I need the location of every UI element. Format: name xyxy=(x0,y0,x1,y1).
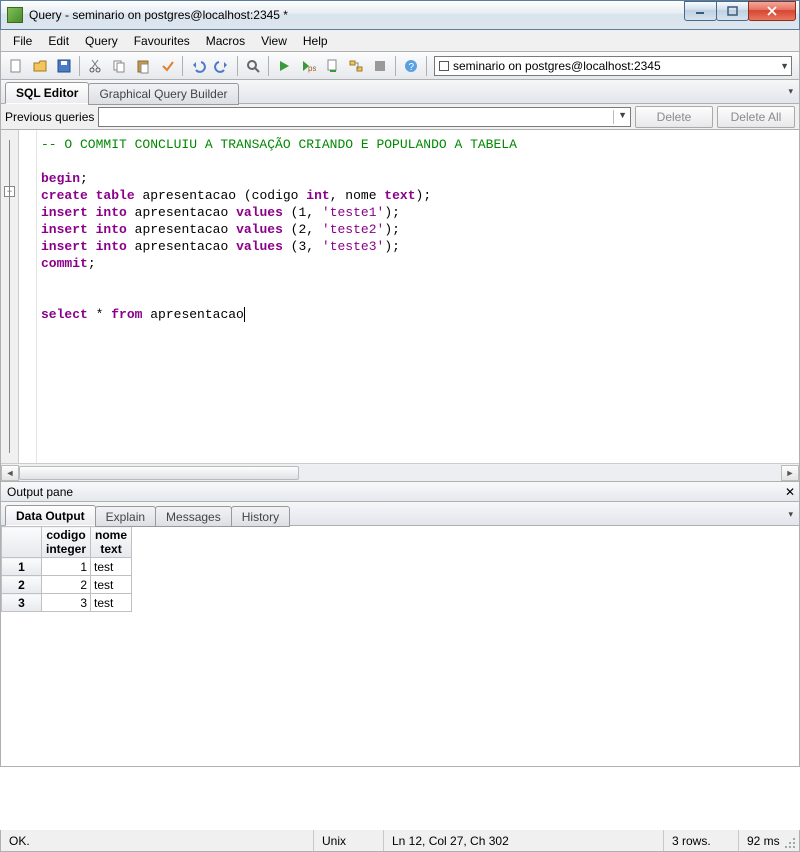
menu-query[interactable]: Query xyxy=(77,32,126,50)
execute-file-icon[interactable] xyxy=(321,55,343,77)
row-header[interactable]: 2 xyxy=(2,576,42,594)
dropdown-icon: ▼ xyxy=(780,61,789,71)
menu-favourites[interactable]: Favourites xyxy=(126,32,198,50)
cell[interactable]: test xyxy=(91,576,132,594)
menu-help[interactable]: Help xyxy=(295,32,336,50)
svg-text:?: ? xyxy=(409,62,415,73)
resize-grip-icon[interactable] xyxy=(784,837,796,849)
delete-all-button[interactable]: Delete All xyxy=(717,106,795,128)
menu-view[interactable]: View xyxy=(253,32,295,50)
cell[interactable]: 2 xyxy=(42,576,91,594)
help-icon[interactable]: ? xyxy=(400,55,422,77)
delete-button[interactable]: Delete xyxy=(635,106,713,128)
close-button[interactable] xyxy=(748,1,796,21)
explain-icon[interactable] xyxy=(345,55,367,77)
cut-icon[interactable] xyxy=(84,55,106,77)
status-message: OK. xyxy=(1,830,314,851)
editor-tabs: SQL Editor Graphical Query Builder ▾ xyxy=(0,80,800,104)
maximize-button[interactable] xyxy=(716,1,749,21)
minimize-button[interactable] xyxy=(684,1,717,21)
scroll-left-icon[interactable]: ◄ xyxy=(1,465,19,481)
titlebar: Query - seminario on postgres@localhost:… xyxy=(0,0,800,30)
column-header-codigo[interactable]: codigointeger xyxy=(42,527,91,558)
scroll-right-icon[interactable]: ► xyxy=(781,465,799,481)
status-row-count: 3 rows. xyxy=(664,830,739,851)
open-icon[interactable] xyxy=(29,55,51,77)
previous-queries-label: Previous queries xyxy=(5,110,94,124)
stop-icon[interactable] xyxy=(369,55,391,77)
clear-icon[interactable] xyxy=(156,55,178,77)
row-header[interactable]: 3 xyxy=(2,594,42,612)
scroll-thumb[interactable] xyxy=(19,466,299,480)
scroll-track[interactable] xyxy=(19,465,781,481)
output-close-icon[interactable]: ✕ xyxy=(785,485,795,499)
data-output-grid[interactable]: codigointeger nometext 1 1 test 2 2 test… xyxy=(0,526,800,767)
output-pane-title: Output pane xyxy=(7,485,73,499)
save-icon[interactable] xyxy=(53,55,75,77)
editor-margin xyxy=(19,130,37,463)
cell[interactable]: 1 xyxy=(42,558,91,576)
status-encoding: Unix xyxy=(314,830,384,851)
undo-icon[interactable] xyxy=(187,55,209,77)
copy-icon[interactable] xyxy=(108,55,130,77)
toolbar: ps ? seminario on postgres@localhost:234… xyxy=(0,52,800,80)
output-pane-header: Output pane ✕ xyxy=(0,482,800,502)
menu-macros[interactable]: Macros xyxy=(198,32,253,50)
menubar: File Edit Query Favourites Macros View H… xyxy=(0,30,800,52)
row-header[interactable]: 1 xyxy=(2,558,42,576)
dropdown-icon: ▼ xyxy=(613,110,627,124)
statusbar: OK. Unix Ln 12, Col 27, Ch 302 3 rows. 9… xyxy=(0,830,800,852)
grid-corner[interactable] xyxy=(2,527,42,558)
new-icon[interactable] xyxy=(5,55,27,77)
output-tabs: Data Output Explain Messages History ▾ xyxy=(0,502,800,526)
output-tabs-menu-icon[interactable]: ▾ xyxy=(788,509,793,520)
cell[interactable]: test xyxy=(91,594,132,612)
fold-gutter[interactable]: − xyxy=(1,130,19,463)
tab-graphical-query-builder[interactable]: Graphical Query Builder xyxy=(88,83,238,105)
menu-file[interactable]: File xyxy=(5,32,40,50)
previous-queries-bar: Previous queries ▼ Delete Delete All xyxy=(0,104,800,130)
editor-hscrollbar[interactable]: ◄ ► xyxy=(1,463,799,481)
column-header-nome[interactable]: nometext xyxy=(91,527,132,558)
connection-state-icon xyxy=(439,61,449,71)
execute-icon[interactable] xyxy=(273,55,295,77)
app-icon xyxy=(7,7,23,23)
code-area[interactable]: -- O COMMIT CONCLUIU A TRANSAÇÃO CRIANDO… xyxy=(37,130,799,463)
find-icon[interactable] xyxy=(242,55,264,77)
execute-pgscript-icon[interactable]: ps xyxy=(297,55,319,77)
tab-messages[interactable]: Messages xyxy=(155,506,232,527)
tab-history[interactable]: History xyxy=(231,506,290,527)
cell[interactable]: 3 xyxy=(42,594,91,612)
status-cursor-position: Ln 12, Col 27, Ch 302 xyxy=(384,830,664,851)
tab-data-output[interactable]: Data Output xyxy=(5,505,96,526)
tabs-menu-icon[interactable]: ▾ xyxy=(788,86,793,97)
table-row[interactable]: 3 3 test xyxy=(2,594,132,612)
menu-edit[interactable]: Edit xyxy=(40,32,77,50)
paste-icon[interactable] xyxy=(132,55,154,77)
table-row[interactable]: 2 2 test xyxy=(2,576,132,594)
tab-sql-editor[interactable]: SQL Editor xyxy=(5,82,89,104)
connection-label: seminario on postgres@localhost:2345 xyxy=(453,59,661,73)
table-row[interactable]: 1 1 test xyxy=(2,558,132,576)
previous-queries-selector[interactable]: ▼ xyxy=(98,107,631,127)
svg-text:ps: ps xyxy=(308,64,316,73)
sql-editor[interactable]: − -- O COMMIT CONCLUIU A TRANSAÇÃO CRIAN… xyxy=(1,130,799,463)
redo-icon[interactable] xyxy=(211,55,233,77)
cell[interactable]: test xyxy=(91,558,132,576)
tab-explain[interactable]: Explain xyxy=(95,506,156,527)
connection-selector[interactable]: seminario on postgres@localhost:2345 ▼ xyxy=(434,56,792,76)
